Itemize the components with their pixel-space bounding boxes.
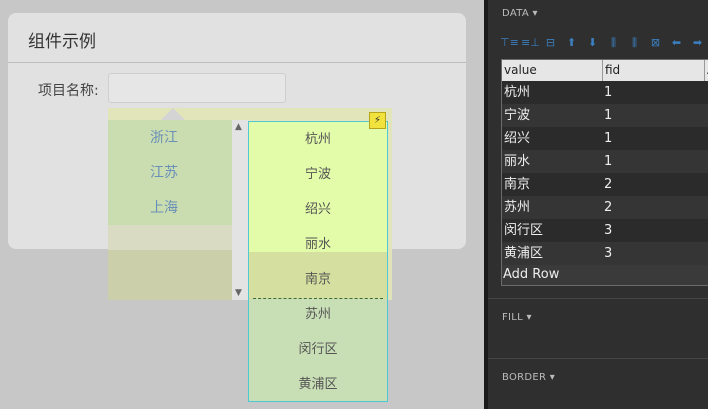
project-name-input[interactable] [108,73,286,103]
cascader-option-shaoxing[interactable]: 绍兴 [249,192,387,227]
move-right-icon[interactable]: ➡ [689,36,706,50]
insert-row-above-icon[interactable]: ⊤≡ [500,36,519,50]
cascader-option-minhang[interactable]: 闵行区 [249,332,387,367]
column-header-value[interactable]: value [502,60,602,81]
table-row[interactable]: 黄浦区 3 [502,242,708,265]
fill-section-header[interactable]: FILL ▾ [502,312,532,323]
cell-value[interactable]: 南京 [502,173,530,196]
cascader-option-shanghai[interactable]: 上海 [108,191,220,226]
cascader-option-lishui[interactable]: 丽水 [249,227,387,262]
divider [488,298,708,299]
insert-column-left-icon[interactable]: ⫼ [605,36,622,50]
cell-fid[interactable]: 1 [602,104,612,127]
cascader-option-zhejiang[interactable]: 浙江 [108,121,220,156]
project-name-label: 项目名称: [38,83,99,99]
cascader-option-ningbo[interactable]: 宁波 [249,157,387,192]
cell-value[interactable]: 宁波 [502,104,530,127]
cascader-option-nanjing[interactable]: 南京 [249,262,387,297]
inspector-panel: DATA ▾ ⊤≡ ≡⊥ ⊟ ⬆ ⬇ ⫼ ⫼ ⊠ ⬅ ➡ value fid A… [484,0,708,409]
column-header-a[interactable]: A [704,60,708,81]
cell-fid[interactable]: 3 [602,242,612,265]
table-row[interactable]: 南京 2 [502,173,708,196]
lightning-icon[interactable]: ⚡ [369,112,386,129]
data-table[interactable]: value fid A 杭州 1 宁波 1 绍兴 1 丽水 1 南京 2 苏州 … [501,59,708,286]
cell-fid[interactable]: 3 [602,219,612,242]
cell-value[interactable]: 杭州 [502,81,530,104]
cell-fid[interactable]: 1 [602,127,612,150]
move-left-icon[interactable]: ⬅ [668,36,685,50]
data-toolbar: ⊤≡ ≡⊥ ⊟ ⬆ ⬇ ⫼ ⫼ ⊠ ⬅ ➡ [500,36,706,52]
move-up-icon[interactable]: ⬆ [563,36,580,50]
table-row[interactable]: 闵行区 3 [502,219,708,242]
cell-value[interactable]: 苏州 [502,196,530,219]
panel-title: 组件示例 [28,32,96,52]
table-row[interactable]: 绍兴 1 [502,127,708,150]
cascader-option-suzhou[interactable]: 苏州 [249,297,387,332]
cascader-option-huangpu[interactable]: 黄浦区 [249,367,387,401]
insert-column-right-icon[interactable]: ⫼ [626,36,643,50]
table-row[interactable]: 杭州 1 [502,81,708,104]
cascader-option-jiangsu[interactable]: 江苏 [108,156,220,191]
delete-row-icon[interactable]: ⊟ [542,36,559,50]
cell-value[interactable]: 丽水 [502,150,530,173]
cell-fid[interactable]: 2 [602,173,612,196]
panel-edge [484,0,488,409]
move-down-icon[interactable]: ⬇ [584,36,601,50]
table-header: value fid A [502,60,708,81]
divider [8,62,466,63]
level1-scrollbar[interactable]: ▲ ▼ [232,120,248,300]
column-header-fid[interactable]: fid [602,60,704,81]
delete-column-icon[interactable]: ⊠ [647,36,664,50]
scroll-up-icon[interactable]: ▲ [235,122,242,132]
cell-fid[interactable]: 1 [602,150,612,173]
cascader-option-hangzhou[interactable]: 杭州 [249,122,387,157]
scroll-down-icon[interactable]: ▼ [235,288,242,298]
table-row[interactable]: 宁波 1 [502,104,708,127]
design-canvas[interactable]: 组件示例 项目名称: 浙江 江苏 上海 ▲ ▼ 杭州 宁波 绍兴 丽水 南京 苏… [0,0,484,409]
cell-value[interactable]: 闵行区 [502,219,543,242]
cell-value[interactable]: 黄浦区 [502,242,543,265]
border-section-header[interactable]: BORDER ▾ [502,372,555,383]
add-row-button[interactable]: Add Row [503,267,559,282]
cascader-level1-list: 浙江 江苏 上海 [108,120,233,300]
cell-value[interactable]: 绍兴 [502,127,530,150]
table-row[interactable]: 丽水 1 [502,150,708,173]
cell-fid[interactable]: 1 [602,81,612,104]
data-section-header[interactable]: DATA ▾ [502,8,538,19]
divider [488,358,708,359]
table-row[interactable]: 苏州 2 [502,196,708,219]
cascader-level2-list: 杭州 宁波 绍兴 丽水 南京 苏州 闵行区 黄浦区 [248,121,388,402]
cell-fid[interactable]: 2 [602,196,612,219]
insert-row-below-icon[interactable]: ≡⊥ [521,36,540,50]
